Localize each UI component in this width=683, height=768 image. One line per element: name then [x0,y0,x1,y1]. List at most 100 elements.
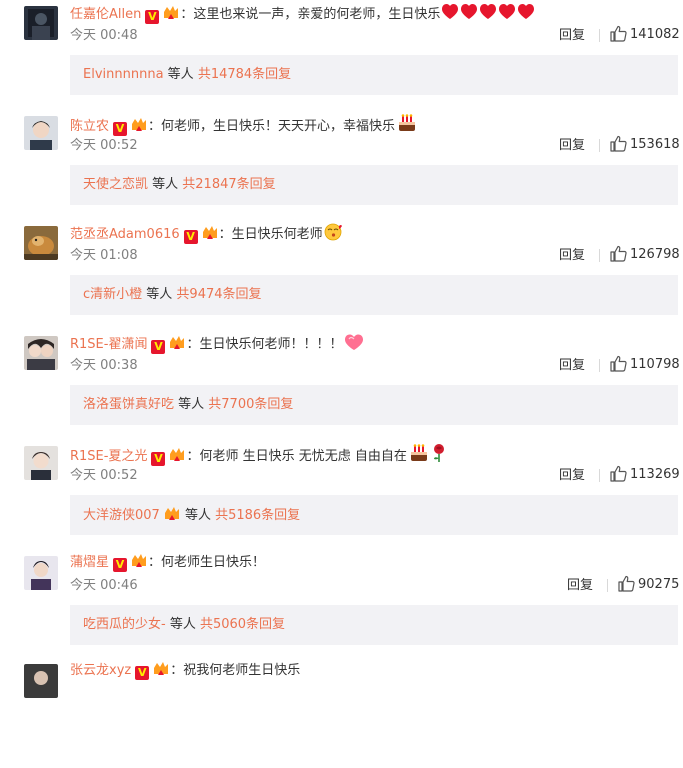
reply-button[interactable]: 回复 [559,137,585,155]
sub-reply-count-link[interactable]: 共7700条回复 [208,397,293,412]
comment-item: R1SE-翟潇闻 V ：生日快乐何老师！！！！ 今天 00:38 回复 110798… [0,330,683,440]
comment-line: 范丞丞Adam0616 V ：生日快乐何老师 [70,223,344,247]
avatar[interactable] [24,116,58,150]
fan-badge-icon [168,447,186,469]
verified-v-icon: V [151,340,166,354]
verified-v-icon: V [113,122,128,136]
comment-username[interactable]: R1SE-夏之光 [70,449,147,464]
like-button[interactable]: 141082 [610,25,680,45]
reply-button[interactable]: 回复 [559,357,585,375]
avatar[interactable] [24,556,58,590]
sub-replies-box[interactable]: 大洋游侠007 等人 共5186条回复 [70,495,678,535]
comment-text: ：何老师生日快乐！ [148,555,266,570]
comment-time: 今天 00:52 [70,138,138,153]
cake-emoji-icon [396,113,418,139]
sub-reply-count-link[interactable]: 共5186条回复 [215,508,300,523]
comment-text: ：祝我何老师生日快乐 [170,663,301,678]
fan-badge-icon [168,335,186,357]
reply-button[interactable]: 回复 [567,577,593,595]
sub-reply-others: 等人 [165,617,200,632]
verified-v-icon: V [135,666,150,680]
sub-reply-count-link[interactable]: 共21847条回复 [182,177,275,192]
like-button[interactable]: 90275 [618,575,679,595]
comment-username[interactable]: 蒲熠星 [70,555,109,570]
sub-replies-box[interactable]: 吃西瓜的少女- 等人 共5060条回复 [70,605,678,645]
sub-replies-summary: 天使之恋凯 等人 共21847条回复 [83,176,276,194]
comment-username[interactable]: 任嘉伦Allen [70,7,141,22]
comment-username[interactable]: R1SE-翟潇闻 [70,337,147,352]
comment-item: 范丞丞Adam0616 V ：生日快乐何老师 今天 01:08 回复 126798 … [0,220,683,330]
like-count: 90275 [638,577,680,592]
comment-time: 今天 00:46 [70,578,138,593]
like-count: 110798 [630,357,680,372]
avatar[interactable] [24,6,58,40]
comment-username[interactable]: 范丞丞Adam0616 [70,227,180,242]
sub-replies-summary: 大洋游侠007 等人 共5186条回复 [83,506,300,528]
rose-emoji-icon [431,443,447,469]
avatar[interactable] [24,336,58,370]
fan-badge-icon [201,225,219,247]
thumbs-up-icon [610,465,627,482]
sub-reply-user[interactable]: Elvinnnnnna [83,67,164,82]
comment-item: 张云龙xyz V ：祝我何老师生日快乐 [0,658,683,768]
thumbs-up-icon [610,25,627,42]
reply-button[interactable]: 回复 [559,27,585,45]
sub-replies-box[interactable]: 洛洛蛋饼真好吃 等人 共7700条回复 [70,385,678,425]
comment-item: 任嘉伦Allen V ：这里也来说一声，亲爱的何老师，生日快乐 今天 00:48 回… [0,0,683,110]
sub-replies-box[interactable]: Elvinnnnnna 等人 共14784条回复 [70,55,678,95]
like-count: 153618 [630,137,680,152]
sub-reply-others: 等人 [180,508,216,523]
verified-v-icon: V [113,558,128,572]
divider [599,359,600,372]
comment-line: R1SE-翟潇闻 V ：生日快乐何老师！！！！ [70,333,365,357]
comment-item: R1SE-夏之光 V ：何老师 生日快乐 无忧无虑 自由自在 今天 00:52 回复… [0,440,683,550]
sub-replies-box[interactable]: 天使之恋凯 等人 共21847条回复 [70,165,678,205]
sub-reply-user[interactable]: 吃西瓜的少女- [83,617,166,632]
like-button[interactable]: 113269 [610,465,680,485]
like-button[interactable]: 153618 [610,135,680,155]
sub-replies-summary: c清新小橙 等人 共9474条回复 [83,286,262,304]
sub-reply-count-link[interactable]: 共14784条回复 [198,67,291,82]
comment-time: 今天 00:48 [70,28,138,43]
comment-line: 张云龙xyz V ：祝我何老师生日快乐 [70,661,300,683]
fan-badge-icon [130,117,148,139]
sub-reply-user[interactable]: c清新小橙 [83,287,142,302]
sub-replies-summary: 吃西瓜的少女- 等人 共5060条回复 [83,616,285,634]
divider [599,469,600,482]
sub-reply-count-link[interactable]: 共9474条回复 [176,287,261,302]
cake-emoji-icon [408,443,430,469]
like-count: 113269 [630,467,680,482]
sub-reply-user[interactable]: 天使之恋凯 [83,177,148,192]
comment-username[interactable]: 张云龙xyz [70,663,131,678]
verified-v-icon: V [183,230,198,244]
thumbs-up-icon [610,135,627,152]
comment-item: 陈立农 V ：何老师，生日快乐！天天开心，幸福快乐 今天 00:52 回复 1536… [0,110,683,220]
like-count: 141082 [630,27,680,42]
comment-time: 今天 00:52 [70,468,138,483]
sub-replies-box[interactable]: c清新小橙 等人 共9474条回复 [70,275,678,315]
divider [599,139,600,152]
sub-reply-user[interactable]: 大洋游侠007 [83,508,160,523]
comment-list: 任嘉伦Allen V ：这里也来说一声，亲爱的何老师，生日快乐 今天 00:48 回… [0,0,683,698]
kiss-emoji-icon [324,223,344,247]
fan-badge-icon [152,661,170,683]
reply-button[interactable]: 回复 [559,247,585,265]
fan-badge-icon [163,506,181,528]
comment-line: 陈立农 V ：何老师，生日快乐！天天开心，幸福快乐 [70,113,418,139]
like-button[interactable]: 110798 [610,355,680,375]
comment-line: 任嘉伦Allen V ：这里也来说一声，亲爱的何老师，生日快乐 [70,3,537,27]
thumbs-up-icon [610,355,627,372]
fan-badge-icon [130,553,148,575]
avatar[interactable] [24,664,58,698]
avatar[interactable] [24,446,58,480]
like-button[interactable]: 126798 [610,245,680,265]
comment-time: 今天 01:08 [70,248,138,263]
verified-v-icon: V [151,452,166,466]
comment-text: ：生日快乐何老师！！！！ [186,337,343,352]
sub-reply-user[interactable]: 洛洛蛋饼真好吃 [83,397,174,412]
comment-username[interactable]: 陈立农 [70,119,109,134]
avatar[interactable] [24,226,58,260]
sub-reply-count-link[interactable]: 共5060条回复 [200,617,285,632]
reply-button[interactable]: 回复 [559,467,585,485]
comment-text: ：生日快乐何老师 [218,227,323,242]
